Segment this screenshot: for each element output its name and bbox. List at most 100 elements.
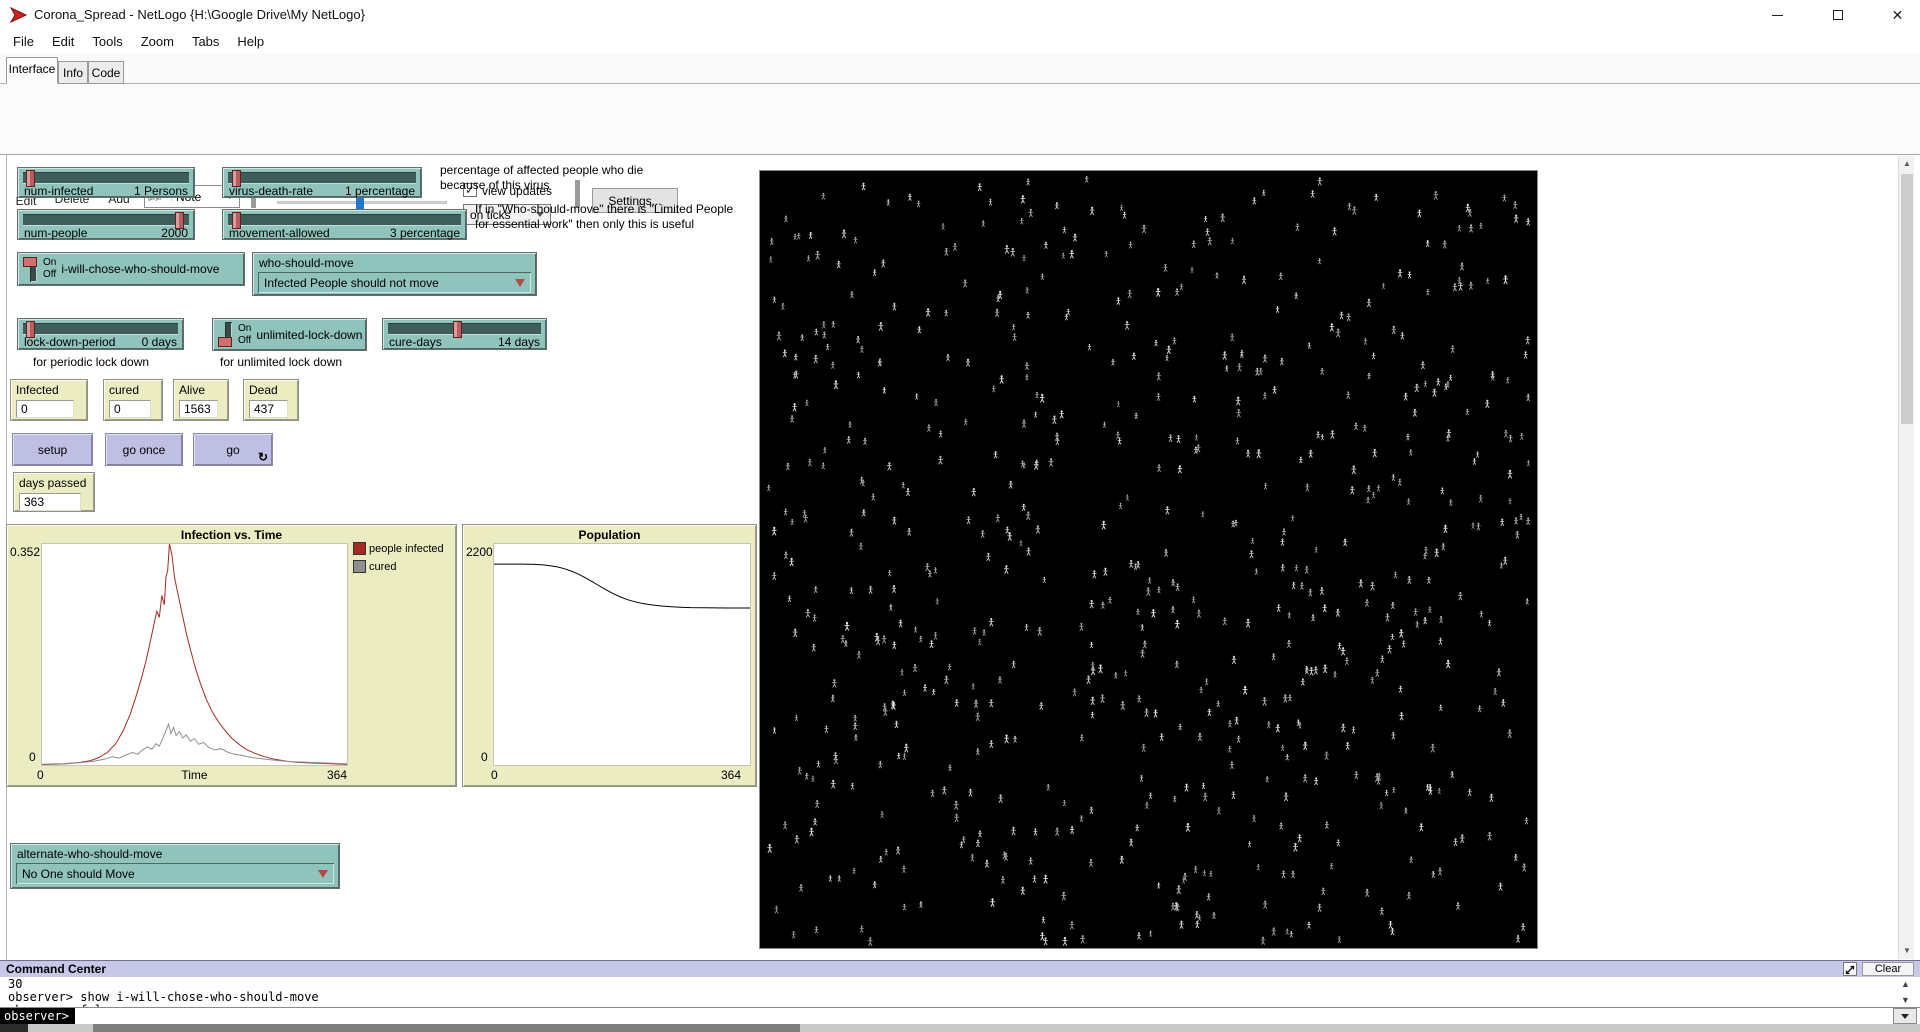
forever-icon: ↻ bbox=[258, 450, 268, 464]
horizontal-scrollbar[interactable] bbox=[0, 1024, 1920, 1032]
go-forever-button[interactable]: go ↻ bbox=[193, 433, 273, 466]
unlimited-lockdown-note: for unlimited lock down bbox=[220, 355, 342, 370]
slider-track[interactable] bbox=[23, 172, 189, 184]
scrollbar-thumb[interactable] bbox=[93, 1024, 800, 1032]
plot-area bbox=[493, 543, 751, 766]
slider-track[interactable] bbox=[23, 214, 189, 226]
slider-label: lock-down-period bbox=[24, 335, 115, 349]
legend-people-infected: people infected bbox=[353, 542, 444, 555]
command-input-row: observer> bbox=[0, 1007, 1920, 1024]
slider-track[interactable] bbox=[228, 172, 416, 184]
maximize-button[interactable] bbox=[1815, 0, 1860, 30]
menu-tools[interactable]: Tools bbox=[83, 32, 131, 51]
monitor-days-passed: days passed 363 bbox=[13, 472, 95, 512]
slider-virus-death-rate[interactable]: virus-death-rate 1 percentage bbox=[222, 167, 422, 198]
menu-edit[interactable]: Edit bbox=[43, 32, 83, 51]
observer-prompt[interactable]: observer> bbox=[0, 1008, 75, 1024]
tab-info[interactable]: Info bbox=[58, 61, 88, 84]
x-axis-label: Time bbox=[41, 768, 348, 782]
tab-interface[interactable]: Interface bbox=[6, 57, 58, 84]
slider-handle[interactable] bbox=[232, 170, 241, 187]
switch-label: unlimited-lock-down bbox=[256, 328, 362, 342]
slider-cure-days[interactable]: cure-days 14 days bbox=[382, 318, 547, 350]
legend-swatch-gray bbox=[353, 560, 366, 573]
switch-toggle[interactable] bbox=[23, 257, 40, 282]
scroll-down-icon[interactable]: ▼ bbox=[1901, 995, 1910, 1005]
chooser-label: alternate-who-should-move bbox=[11, 844, 339, 862]
history-dropdown-button[interactable] bbox=[1893, 1008, 1917, 1024]
clear-button[interactable]: Clear bbox=[1862, 962, 1914, 976]
setup-button[interactable]: setup bbox=[12, 433, 93, 466]
switch-handle[interactable] bbox=[218, 337, 232, 347]
world-view[interactable] bbox=[759, 170, 1538, 949]
chooser-value: No One should Move bbox=[22, 867, 135, 881]
slider-label: virus-death-rate bbox=[229, 184, 313, 198]
tab-code[interactable]: Code bbox=[88, 61, 124, 84]
switch-unlimited-lock-down[interactable]: On Off unlimited-lock-down bbox=[212, 318, 367, 351]
scroll-down-icon[interactable]: ▼ bbox=[1899, 943, 1915, 959]
slider-num-infected[interactable]: num-infected 1 Persons bbox=[17, 167, 195, 198]
monitor-cured: cured 0 bbox=[103, 379, 163, 421]
tab-bar: Interface Info Code bbox=[0, 53, 1920, 84]
go-once-button[interactable]: go once bbox=[105, 433, 183, 466]
scrollbar-thumb[interactable] bbox=[1901, 174, 1913, 424]
close-button[interactable]: ✕ bbox=[1875, 0, 1920, 30]
switch-state-labels: On Off bbox=[43, 257, 56, 281]
title-bar: Corona_Spread - NetLogo {H:\Google Drive… bbox=[0, 0, 1920, 30]
slider-num-people[interactable]: num-people 2000 bbox=[17, 209, 195, 240]
command-center-output: 30 observer> show i-will-chose-who-shoul… bbox=[0, 977, 1897, 1007]
slider-handle[interactable] bbox=[453, 321, 462, 338]
slider-handle[interactable] bbox=[26, 321, 35, 338]
menu-help[interactable]: Help bbox=[228, 32, 273, 51]
menu-tabs[interactable]: Tabs bbox=[183, 32, 228, 51]
slider-movement-allowed[interactable]: movement-allowed 3 percentage bbox=[222, 209, 467, 240]
command-input[interactable] bbox=[86, 1008, 1892, 1024]
menu-bar: File Edit Tools Zoom Tabs Help bbox=[0, 30, 1920, 53]
window-title: Corona_Spread - NetLogo {H:\Google Drive… bbox=[34, 7, 365, 22]
netlogo-app-icon bbox=[10, 7, 28, 23]
switch-handle[interactable] bbox=[23, 257, 37, 267]
slider-handle[interactable] bbox=[26, 170, 35, 187]
menu-file[interactable]: File bbox=[4, 32, 43, 51]
minimize-button[interactable] bbox=[1755, 0, 1800, 30]
slider-track[interactable] bbox=[388, 323, 541, 335]
close-icon: ✕ bbox=[1892, 7, 1904, 24]
legend-swatch-red bbox=[353, 542, 366, 555]
expand-icon[interactable] bbox=[1843, 962, 1857, 976]
plot-area bbox=[41, 543, 348, 766]
slider-track[interactable] bbox=[228, 214, 461, 226]
switch-toggle[interactable] bbox=[218, 322, 235, 347]
command-center-header: Command Center Clear bbox=[0, 960, 1920, 977]
chooser-alternate-who-should-move[interactable]: alternate-who-should-move No One should … bbox=[10, 843, 340, 889]
chooser-label: who-should-move bbox=[253, 253, 536, 271]
menu-zoom[interactable]: Zoom bbox=[132, 32, 183, 51]
maximize-icon bbox=[1833, 10, 1843, 20]
slider-value: 14 days bbox=[498, 335, 540, 349]
slider-lock-down-period[interactable]: lock-down-period 0 days bbox=[17, 318, 184, 350]
switch-i-will-chose-who-should-move[interactable]: On Off i-will-chose-who-should-move bbox=[17, 252, 245, 286]
x-max-label: 364 bbox=[327, 768, 347, 782]
slider-track[interactable] bbox=[23, 323, 178, 335]
periodic-lockdown-note: for periodic lock down bbox=[33, 355, 149, 370]
output-line: observer> show i-will-chose-who-should-m… bbox=[8, 991, 1897, 1004]
x-max-label: 364 bbox=[721, 768, 741, 782]
chooser-value: Infected People should not move bbox=[264, 276, 439, 290]
chooser-who-should-move[interactable]: who-should-move Infected People should n… bbox=[252, 252, 537, 296]
scroll-up-icon[interactable]: ▲ bbox=[1901, 979, 1910, 989]
y-max-label: 0.352 bbox=[10, 545, 40, 559]
slider-handle[interactable] bbox=[232, 212, 241, 229]
slider-value: 1 Persons bbox=[134, 184, 188, 198]
monitor-infected: Infected 0 bbox=[10, 379, 88, 421]
output-scrollbar[interactable]: ▲ ▼ bbox=[1897, 977, 1914, 1007]
slider-value: 1 percentage bbox=[345, 184, 415, 198]
command-center-title: Command Center bbox=[0, 962, 106, 976]
slider-handle[interactable] bbox=[175, 212, 184, 229]
infection-plot-canvas bbox=[42, 544, 347, 765]
monitor-alive: Alive 1563 bbox=[173, 379, 229, 421]
vertical-scrollbar[interactable]: ▲ ▼ bbox=[1898, 156, 1914, 959]
plot-title: Population bbox=[463, 528, 756, 542]
scroll-up-icon[interactable]: ▲ bbox=[1899, 156, 1915, 172]
chooser-select[interactable]: No One should Move bbox=[16, 863, 334, 884]
chooser-select[interactable]: Infected People should not move bbox=[258, 272, 531, 293]
death-rate-note: percentage of affected people who die be… bbox=[440, 163, 643, 193]
